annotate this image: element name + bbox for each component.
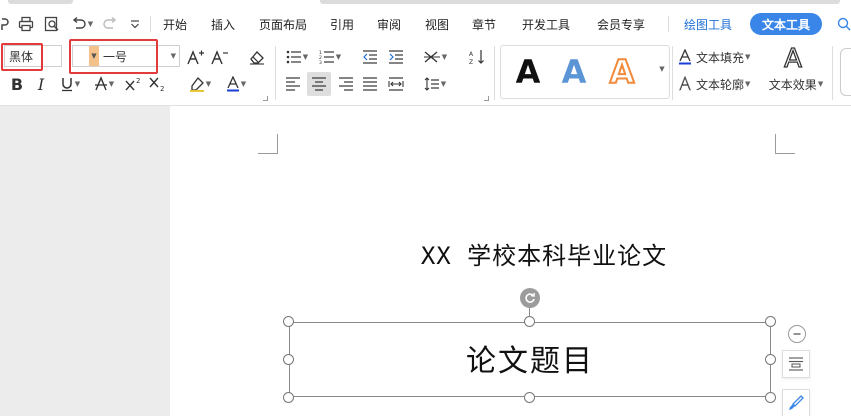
text-outline-button[interactable]: 文本轮廓 ▼ (678, 74, 760, 94)
resize-handle-bottom[interactable] (524, 392, 535, 403)
separator (668, 16, 669, 32)
resize-handle-right[interactable] (765, 354, 776, 365)
print-icon[interactable] (16, 14, 36, 34)
justify-icon[interactable] (360, 74, 380, 94)
text-effect-label: 文本效果 (768, 77, 817, 92)
shape-style-button[interactable] (782, 389, 810, 416)
school-heading[interactable]: XX 学校本科毕业论文 (402, 236, 686, 271)
rotate-handle[interactable] (520, 288, 540, 308)
svg-text:2: 2 (136, 77, 140, 85)
print-preview-icon[interactable] (42, 14, 62, 34)
customize-toolbar-icon[interactable] (126, 14, 144, 34)
tab-references[interactable]: 引用 (330, 16, 354, 33)
chevron-down-icon[interactable]: ▼ (171, 52, 176, 60)
increase-indent-icon[interactable] (386, 47, 406, 67)
layout-options-button[interactable] (782, 350, 810, 378)
collapse-button[interactable] (788, 325, 806, 343)
tab-member[interactable]: 会员专享 (597, 16, 645, 33)
resize-handle-left[interactable] (283, 354, 294, 365)
svg-text:Z: Z (469, 59, 473, 65)
svg-text:2: 2 (160, 85, 164, 92)
distribute-icon[interactable] (386, 74, 406, 94)
resize-handle-top[interactable] (524, 316, 535, 327)
resize-handle-bottom-left[interactable] (283, 392, 294, 403)
sort-icon[interactable]: AZ (466, 47, 488, 67)
tab-view[interactable]: 视图 (425, 16, 449, 33)
rotate-icon (525, 292, 535, 303)
title-textbox[interactable]: 论文题目 (289, 322, 771, 397)
svg-text:3: 3 (319, 60, 322, 64)
document-workspace: XX 学校本科毕业论文 论文题目 (0, 106, 851, 416)
subscript-icon[interactable]: 2 (148, 74, 168, 94)
tab-section[interactable]: 章节 (472, 16, 496, 33)
clear-format-icon[interactable] (246, 47, 268, 67)
shrink-font-icon[interactable] (210, 47, 230, 67)
separator (672, 46, 673, 100)
crop-mark (775, 134, 795, 154)
gallery-more-icon[interactable]: ▼ (656, 62, 668, 76)
numbered-list-icon[interactable]: 1 2 3 ▼ (316, 47, 344, 67)
tab-page-layout[interactable]: 页面布局 (259, 16, 307, 33)
tab-strip-segment (320, 0, 840, 4)
align-left-icon[interactable] (283, 74, 303, 94)
text-effect-icon[interactable]: A (768, 43, 818, 74)
thesis-title[interactable]: 论文题目 (290, 336, 770, 380)
chinese-layout-icon[interactable]: ▼ (420, 47, 450, 67)
text-fill-label: 文本填充 (696, 50, 745, 65)
text-effect-button[interactable]: 文本效果 ▼ (764, 75, 828, 93)
art-style-blue[interactable]: A (553, 52, 595, 92)
grow-font-icon[interactable] (186, 47, 206, 67)
tab-text-tools[interactable]: 文本工具 (750, 13, 822, 35)
highlight-icon[interactable]: ▼ (186, 74, 214, 94)
text-outline-label: 文本轮廓 (696, 77, 745, 92)
line-spacing-icon[interactable]: ▼ (420, 74, 450, 94)
text-outline-icon (678, 76, 692, 92)
decrease-indent-icon[interactable] (360, 47, 380, 67)
bullet-list-icon[interactable]: ▼ (283, 47, 311, 67)
superscript-icon[interactable]: 2 (124, 74, 144, 94)
resize-handle-top-left[interactable] (283, 316, 294, 327)
search-icon[interactable] (836, 14, 851, 34)
resize-handle-bottom-right[interactable] (765, 392, 776, 403)
text-wrap-icon (789, 357, 803, 371)
art-style-black[interactable]: A (507, 52, 549, 92)
group-expander[interactable] (263, 96, 268, 101)
svg-text:A: A (469, 51, 474, 58)
tab-insert[interactable]: 插入 (211, 16, 235, 33)
ribbon-toolbar: 黑体 ▼ 一号 ▼ B I ▼ ▼ 2 2 ▼ ▼ ▼ 1 2 3 ▼ ▼ A … (0, 39, 851, 106)
separator (494, 46, 495, 100)
tab-developer[interactable]: 开发工具 (522, 16, 570, 33)
resize-handle-top-right[interactable] (765, 316, 776, 327)
underline-icon[interactable]: ▼ (56, 74, 84, 94)
crop-mark (258, 134, 278, 154)
separator (150, 16, 151, 32)
group-expander[interactable] (484, 96, 489, 101)
minus-icon (793, 333, 801, 335)
art-style-orange[interactable]: A (601, 52, 643, 92)
bold-icon[interactable]: B (8, 74, 26, 94)
text-art-gallery: A A A (500, 45, 670, 99)
text-fill-icon (679, 49, 691, 65)
align-right-icon[interactable] (336, 74, 356, 94)
tab-review[interactable]: 审阅 (377, 16, 401, 33)
strikethrough-icon[interactable]: ▼ (90, 74, 118, 94)
italic-icon[interactable]: I (32, 74, 50, 94)
tab-start[interactable]: 开始 (163, 16, 187, 33)
text-fill-button[interactable]: 文本填充 ▼ (678, 47, 760, 67)
font-color-icon[interactable]: ▼ (222, 74, 250, 94)
partial-gallery (840, 48, 851, 96)
redo-icon[interactable] (100, 14, 120, 34)
separator (275, 46, 276, 100)
tab-drawing-tools[interactable]: 绘图工具 (684, 16, 732, 33)
brush-icon (789, 395, 804, 410)
align-center-icon[interactable] (307, 72, 331, 96)
separator (832, 46, 833, 100)
partial-icon (0, 14, 10, 34)
highlight-frame (1, 43, 43, 71)
menu-tab-bar: ▼ 开始 插入 页面布局 引用 审阅 视图 章节 开发工具 会员专享 绘图工具 … (0, 6, 851, 42)
document-page: XX 学校本科毕业论文 论文题目 (170, 106, 851, 416)
highlight-frame (69, 39, 158, 74)
tab-strip-segment (8, 0, 73, 4)
undo-icon[interactable]: ▼ (68, 14, 96, 34)
